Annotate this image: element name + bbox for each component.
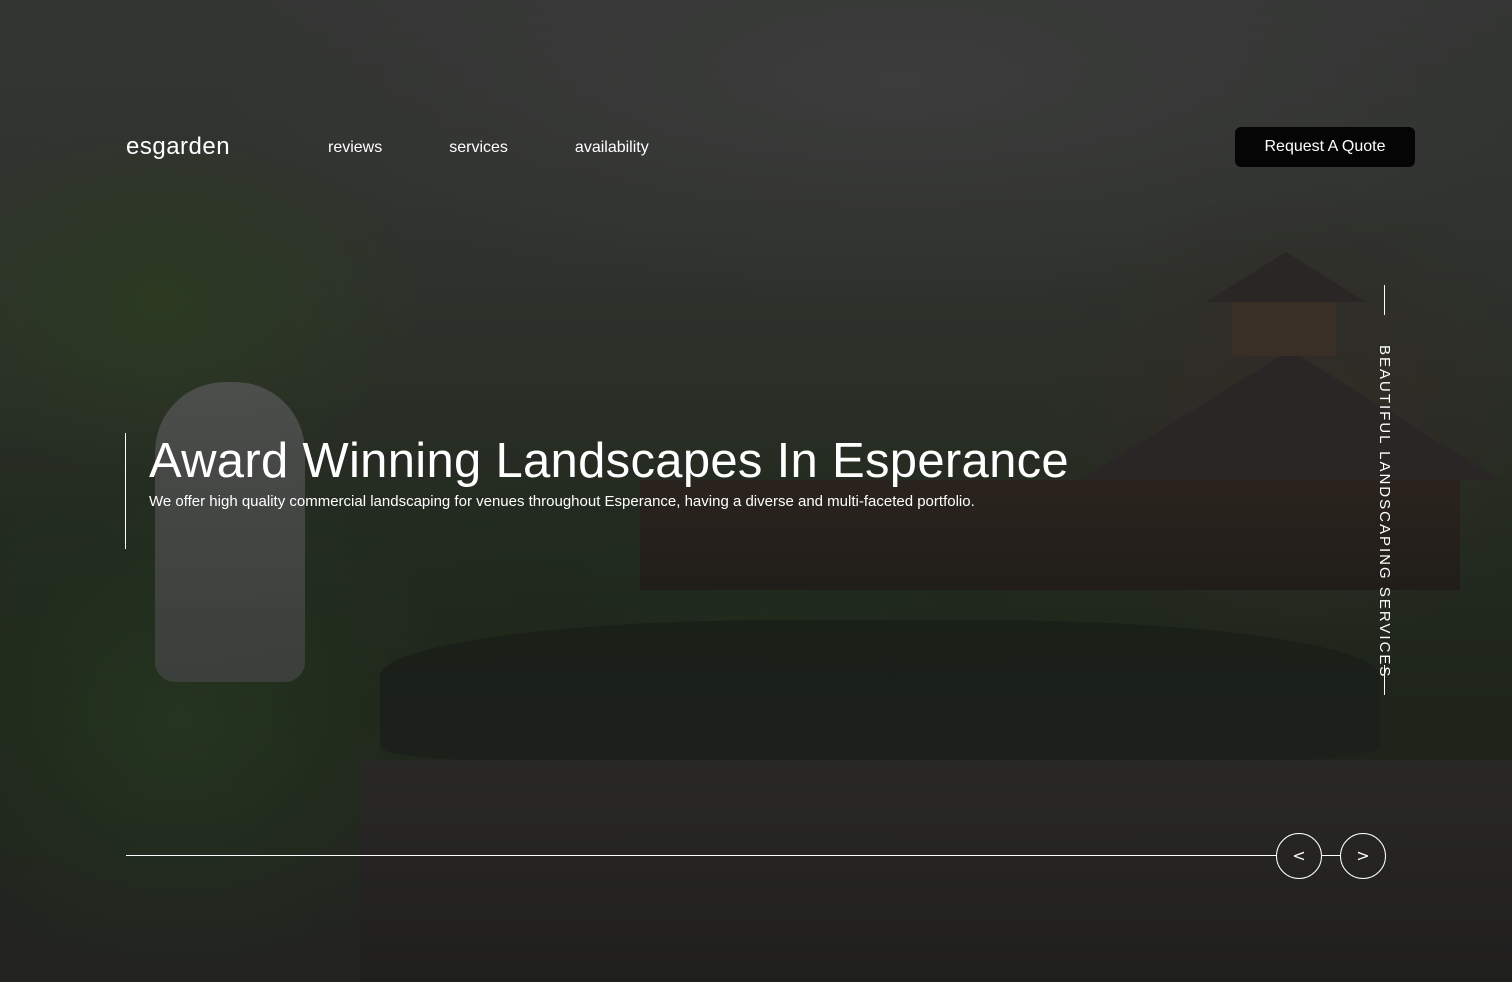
hero-title: Award Winning Landscapes In Esperance — [149, 434, 1069, 488]
request-quote-button[interactable]: Request A Quote — [1235, 127, 1415, 167]
site-logo[interactable]: esgarden — [126, 133, 230, 161]
slider-button-connector — [1322, 855, 1340, 856]
slider-next-button[interactable]: > — [1340, 833, 1386, 879]
main-nav: reviews services availability — [328, 139, 716, 157]
side-divider-bottom — [1384, 665, 1385, 695]
nav-link-availability[interactable]: availability — [575, 139, 649, 157]
hero-section: esgarden reviews services availability R… — [0, 0, 1512, 982]
slider-progress-line — [126, 855, 1276, 856]
nav-link-services[interactable]: services — [449, 139, 508, 157]
hero-subtitle: We offer high quality commercial landsca… — [149, 493, 975, 510]
side-divider-top — [1384, 285, 1385, 315]
side-label: BEAUTIFUL LANDSCAPING SERVICES — [1376, 345, 1393, 679]
nav-link-reviews[interactable]: reviews — [328, 139, 382, 157]
hero-text-block: Award Winning Landscapes In Esperance We… — [125, 433, 1089, 549]
side-label-block: BEAUTIFUL LANDSCAPING SERVICES — [1360, 285, 1410, 695]
slider-prev-button[interactable]: < — [1276, 833, 1322, 879]
